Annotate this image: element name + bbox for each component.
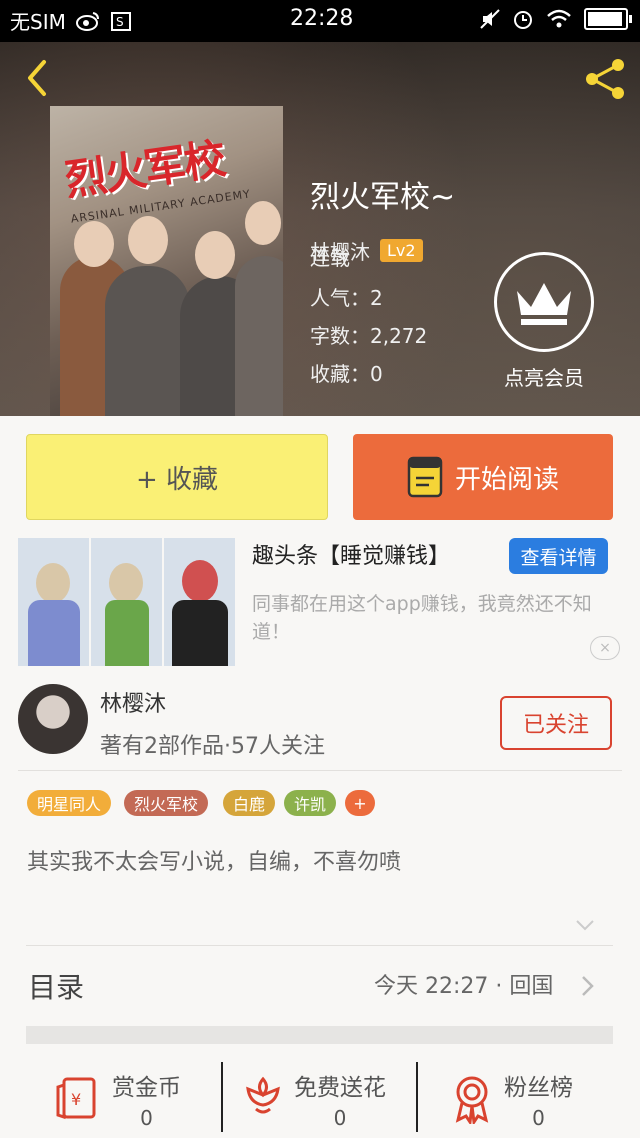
ad-title[interactable]: 趣头条【睡觉赚钱】 [252, 538, 450, 570]
battery-icon [584, 8, 632, 30]
status-bar: 无SIM S 22:28 [0, 0, 640, 42]
red-envelope-icon: ¥ [56, 1077, 96, 1120]
author-stats: 著有2部作品·57人关注 [100, 734, 325, 759]
tag-item[interactable]: 白鹿 [223, 790, 276, 816]
status-right [480, 8, 632, 30]
wifi-icon [547, 9, 571, 28]
ad-image-1[interactable] [18, 538, 89, 666]
start-reading-label: 开始阅读 [454, 464, 559, 495]
send-flower-button[interactable]: 免费送花 0 [242, 1060, 386, 1138]
book-description: 其实我不太会写小说，自编，不喜勿喷 [27, 850, 402, 875]
divider [416, 1062, 418, 1132]
vip-button[interactable] [494, 252, 594, 352]
book-cover[interactable]: 烈火军校 ARSINAL MILITARY ACADEMY [50, 106, 283, 416]
author-name-label[interactable]: 林樱沐 [100, 686, 166, 718]
send-flower-label: 免费送花 [294, 1075, 386, 1101]
ad-details-button[interactable]: 查看详情 [509, 538, 608, 574]
tag-item[interactable]: 许凯 [284, 790, 337, 816]
divider [18, 770, 622, 771]
tag-item[interactable]: 明星同人 [27, 790, 112, 816]
sim-notice-icon: S [110, 11, 131, 31]
ad-close-button[interactable]: × [590, 636, 620, 660]
start-reading-button[interactable]: 开始阅读 [353, 434, 613, 520]
flower-icon [246, 1076, 280, 1114]
status-left: 无SIM S [10, 6, 132, 35]
collect-button[interactable]: + 收藏 [26, 434, 328, 520]
fan-ranking-label: 粉丝榜 [504, 1075, 573, 1101]
ad-image-3[interactable] [164, 538, 235, 666]
add-tag-button[interactable]: + [345, 790, 375, 816]
author-avatar[interactable] [18, 684, 88, 754]
medal-icon [455, 1076, 489, 1124]
chevron-down-icon[interactable] [575, 918, 595, 932]
section-separator [26, 1026, 613, 1044]
follow-button[interactable]: 已关注 [500, 696, 612, 750]
favorites-text: 收藏：0 [310, 362, 383, 386]
alarm-icon [514, 11, 532, 29]
reward-coins-button[interactable]: ¥ 赏金币 0 [56, 1060, 181, 1138]
send-flower-value: 0 [333, 1106, 347, 1130]
ad-description[interactable]: 同事都在用这个app赚钱，我竟然还不知道！ [252, 590, 622, 646]
battery-fill [588, 12, 623, 26]
toc-latest-chapter[interactable]: 今天 22:27 · 回国 [374, 968, 553, 1000]
fan-ranking-button[interactable]: 粉丝榜 0 [450, 1060, 573, 1138]
toc-label[interactable]: 目录 [28, 966, 84, 1006]
divider [26, 945, 613, 946]
chevron-right-icon[interactable] [580, 974, 596, 998]
status-time: 22:28 [290, 6, 354, 31]
carrier-label: 无SIM [10, 10, 66, 34]
book-header: 烈火军校 ARSINAL MILITARY ACADEMY 烈火军校~ 林樱沐 … [0, 42, 640, 416]
crown-icon [517, 283, 571, 325]
svg-text:S: S [116, 15, 124, 29]
fan-ranking-value: 0 [532, 1106, 545, 1130]
svg-text:¥: ¥ [71, 1090, 81, 1109]
mute-icon [480, 9, 500, 29]
book-title: 烈火军校~ [310, 180, 456, 215]
level-badge: Lv2 [380, 239, 423, 262]
word-count-text: 字数：2,272 [310, 324, 428, 348]
tag-item[interactable]: 烈火军校 [124, 790, 209, 816]
weibo-icon [75, 11, 99, 31]
vip-label: 点亮会员 [504, 366, 584, 390]
reward-coins-label: 赏金币 [112, 1075, 181, 1101]
reward-coins-value: 0 [140, 1106, 153, 1130]
back-arrow-icon[interactable] [18, 58, 58, 98]
ad-image-2[interactable] [91, 538, 162, 666]
divider [221, 1062, 223, 1132]
share-icon[interactable] [580, 54, 630, 104]
popularity-text: 人气：2 [310, 286, 383, 310]
status-text: 连载 [310, 246, 350, 270]
book-icon [407, 456, 443, 498]
